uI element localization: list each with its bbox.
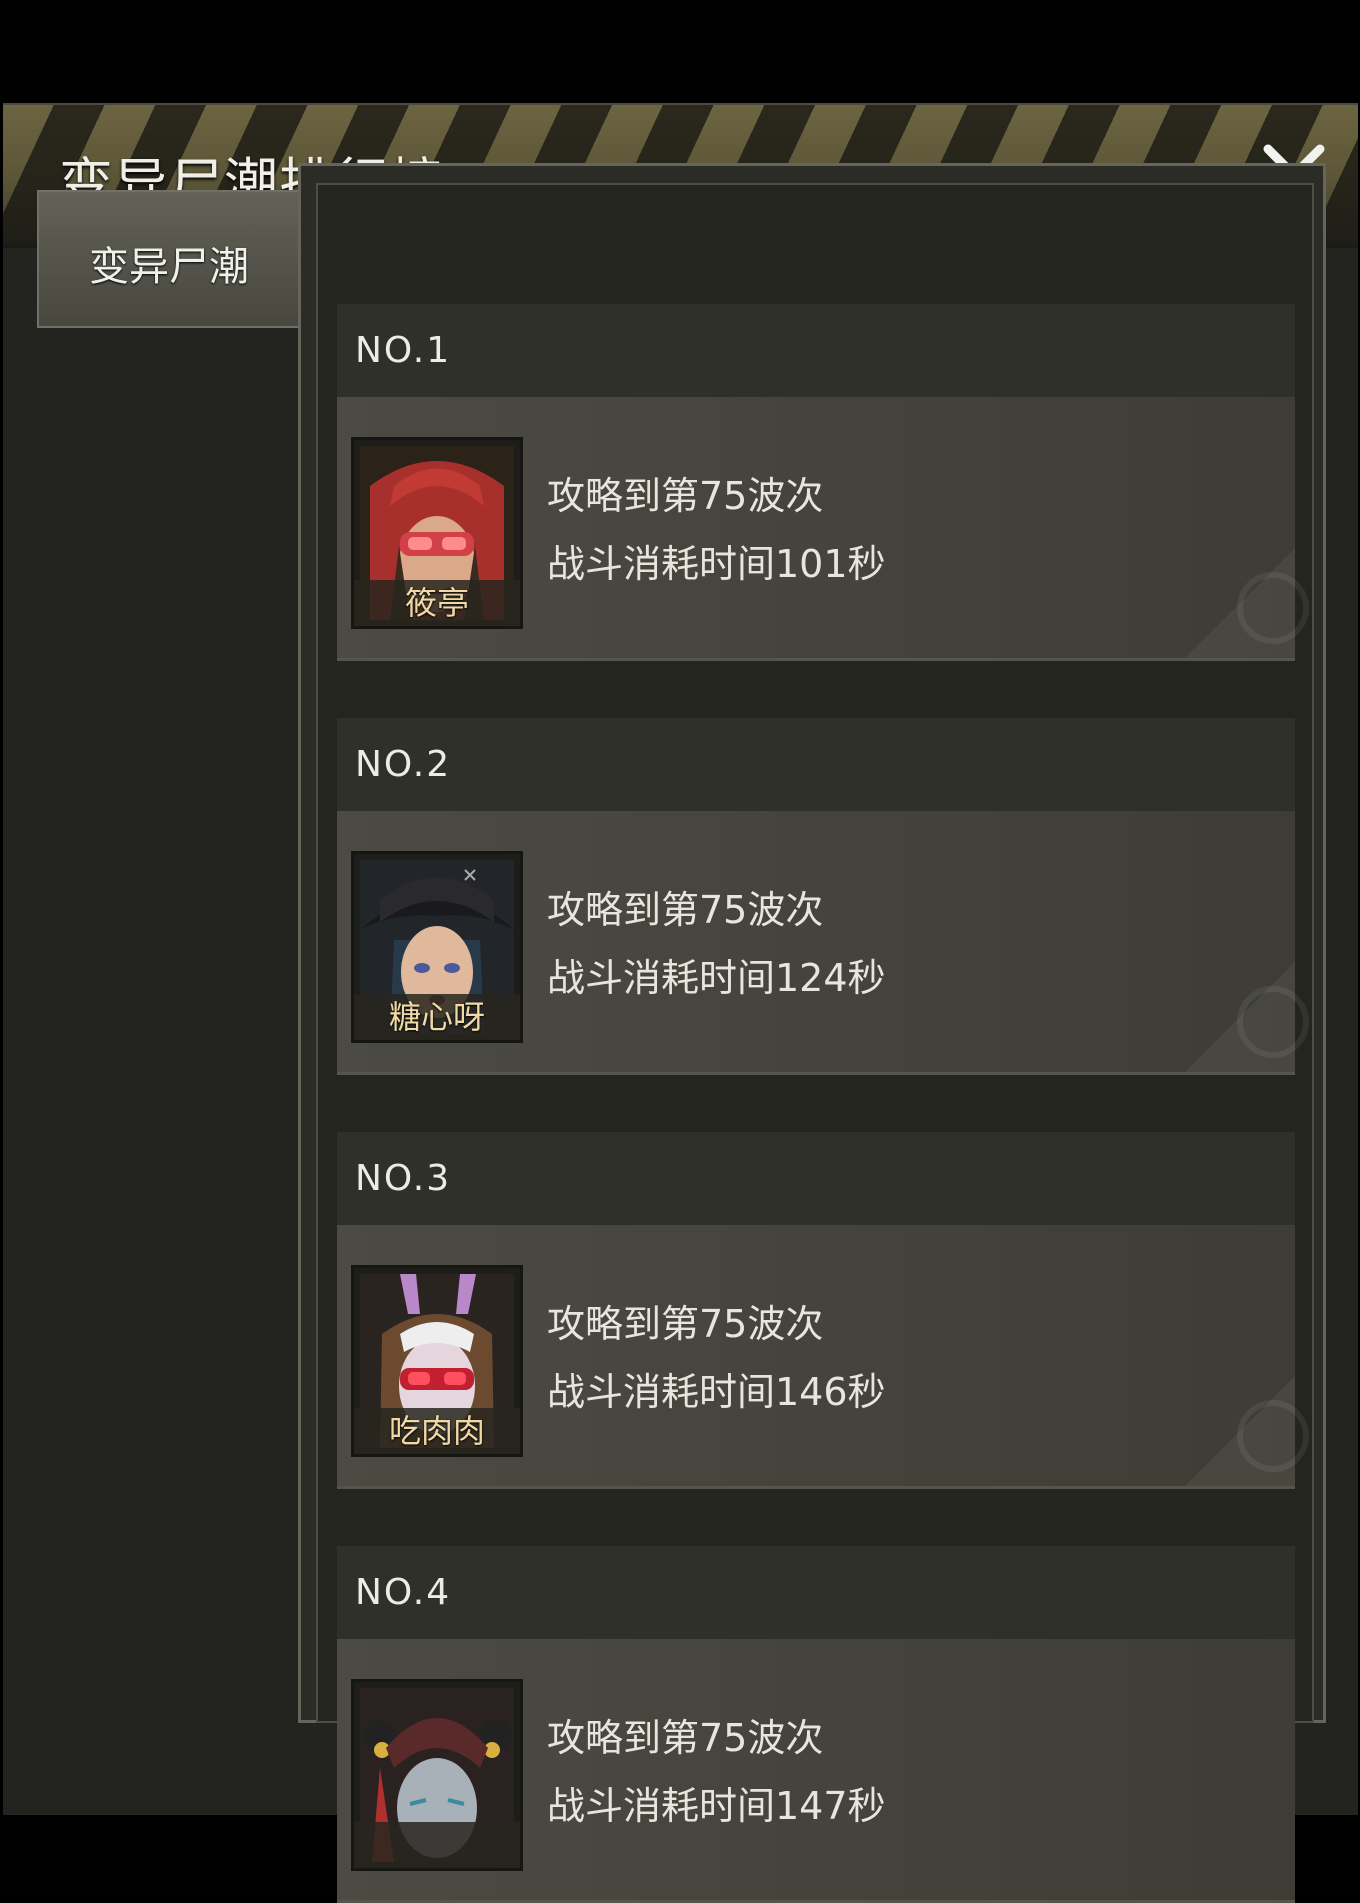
wave-reached-text: 攻略到第75波次 — [547, 474, 824, 518]
player-name: 筱亭 — [354, 580, 520, 626]
ranking-card-4: NO.4 攻略到第75波次 战斗消耗时间147秒 — [337, 1546, 1295, 1903]
ranking-card-header: NO.4 — [337, 1546, 1295, 1641]
radiation-emblem-icon — [1185, 962, 1309, 1072]
rank-label: NO.3 — [355, 1158, 452, 1199]
radiation-emblem-icon — [1185, 548, 1309, 658]
ranking-card-body: 筱亭 攻略到第75波次 战斗消耗时间101秒 — [337, 397, 1309, 661]
ranking-card-body: 吃肉肉 攻略到第75波次 战斗消耗时间146秒 — [337, 1225, 1309, 1489]
rank-label: NO.2 — [355, 744, 452, 785]
wave-reached-text: 攻略到第75波次 — [547, 1302, 824, 1346]
player-name: 吃肉肉 — [354, 1408, 520, 1454]
battle-time-text: 战斗消耗时间146秒 — [547, 1370, 886, 1414]
wave-reached-text: 攻略到第75波次 — [547, 888, 824, 932]
player-avatar[interactable]: 糖心呀 — [351, 851, 523, 1043]
radiation-emblem-icon — [1185, 1376, 1309, 1486]
rank-label: NO.1 — [355, 330, 452, 371]
battle-time-text: 战斗消耗时间124秒 — [547, 956, 886, 1000]
rank-label: NO.4 — [355, 1572, 452, 1613]
ranking-card-header: NO.2 — [337, 718, 1295, 813]
ranking-card-body: 糖心呀 攻略到第75波次 战斗消耗时间124秒 — [337, 811, 1309, 1075]
wave-reached-text: 攻略到第75波次 — [547, 1716, 824, 1760]
battle-time-text: 战斗消耗时间147秒 — [547, 1784, 886, 1828]
tab-mutant-horde[interactable]: 变异尸潮 — [37, 190, 299, 328]
player-avatar[interactable]: 吃肉肉 — [351, 1265, 523, 1457]
battle-time-text: 战斗消耗时间101秒 — [547, 542, 886, 586]
player-avatar[interactable] — [351, 1679, 523, 1871]
player-name — [354, 1822, 520, 1868]
ranking-card-2: NO.2 糖心呀 攻略到第75波次 战斗消耗时间124秒 — [337, 718, 1309, 1075]
ranking-card-3: NO.3 吃肉肉 攻略到第75波次 战斗消耗时间146秒 — [337, 1132, 1309, 1489]
player-avatar[interactable]: 筱亭 — [351, 437, 523, 629]
ranking-card-body: 攻略到第75波次 战斗消耗时间147秒 — [337, 1639, 1295, 1903]
ranking-card-header: NO.1 — [337, 304, 1295, 399]
ranking-card-header: NO.3 — [337, 1132, 1295, 1227]
ranking-card-1: NO.1 筱亭 攻略到第75波次 战斗消耗时间101秒 — [337, 304, 1309, 661]
player-name: 糖心呀 — [354, 994, 520, 1040]
tab-label: 变异尸潮 — [89, 244, 249, 290]
